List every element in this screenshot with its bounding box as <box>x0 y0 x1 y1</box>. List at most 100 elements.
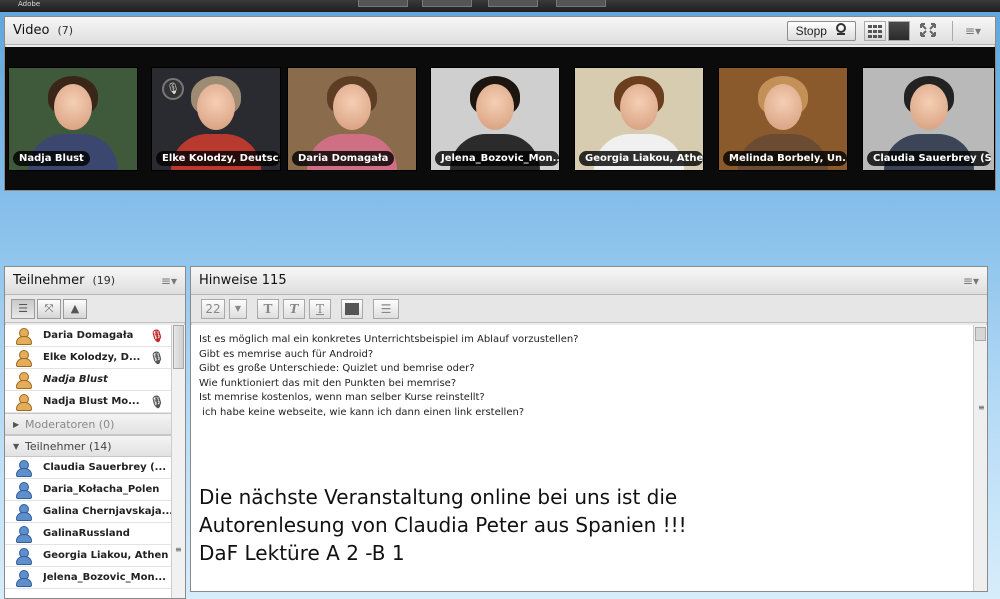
grid-view-icon[interactable] <box>863 20 886 41</box>
person-face <box>764 84 802 130</box>
note-line: Gibt es große Unterschiede: Quizlet und … <box>199 363 475 375</box>
expanded-arrow-icon: ▼ <box>13 441 20 451</box>
person-face <box>909 84 948 130</box>
announcement-text: Die nächste Veranstaltung online bei uns… <box>199 483 687 567</box>
person-face <box>54 84 92 130</box>
stop-label: Stopp <box>795 23 827 38</box>
scrollbar-grip-icon: ≡ <box>175 545 182 554</box>
italic-icon[interactable]: T <box>283 298 305 319</box>
note-line: ich habe keine webseite, wie kann ich da… <box>199 406 525 418</box>
participant-row[interactable]: Daria_Kołacha_Polen <box>5 479 173 501</box>
note-line: Ist memrise kostenlos, wenn man selber K… <box>199 392 485 404</box>
toolbar-button-2[interactable] <box>422 0 472 7</box>
chevron-down-icon[interactable]: ▼ <box>229 298 247 319</box>
participant-row[interactable]: Galina Chernjavskaja... <box>5 501 173 523</box>
note-line: Ist es möglich mal ein konkretes Unterri… <box>199 334 579 345</box>
multi-user-icon <box>15 526 32 543</box>
attendee-name: Nadja Blust <box>43 374 108 385</box>
note-line: Wie funktioniert das mit den Punkten bei… <box>199 377 457 389</box>
app-top-bar: Adobe <box>0 0 1000 12</box>
host-user-icon <box>15 328 32 345</box>
underline-icon[interactable]: T <box>309 298 331 319</box>
notes-scrollbar[interactable]: ≡ <box>973 325 987 591</box>
status-view-icon[interactable]: ▲ <box>63 298 87 319</box>
participant-row[interactable]: GalinaRussland <box>5 523 173 545</box>
participant-name: Claudia Sauerbrey (... <box>43 462 167 473</box>
bullet-list-icon[interactable]: ☰ <box>373 298 399 319</box>
video-pod-header: Video (7) Stopp ≡▾ <box>5 17 995 45</box>
announcement-line: Die nächste Veranstaltung online bei uns… <box>199 485 678 509</box>
attendee-name: Daria Domagała <box>43 330 134 341</box>
fullscreen-icon[interactable] <box>918 21 940 41</box>
stop-webcam-button[interactable]: Stopp <box>786 20 856 41</box>
user-icon <box>15 460 32 477</box>
video-tile[interactable]: Georgia Liakou, Athen <box>574 67 704 171</box>
video-tile-name: Claudia Sauerbrey (S... <box>867 151 991 166</box>
attendees-pod-title: Teilnehmer <box>13 273 85 288</box>
pod-menu-icon[interactable]: ≡▾ <box>965 24 981 38</box>
participant-row[interactable]: Claudia Sauerbrey (... <box>5 457 173 479</box>
attendee-row[interactable]: Elke Kolodzy, D... 🎙 <box>5 347 173 369</box>
person-face <box>197 84 235 130</box>
scrollbar-thumb[interactable] <box>975 327 986 341</box>
toolbar-button-1[interactable] <box>358 0 408 7</box>
host-mobile-user-icon <box>15 394 32 411</box>
video-tile-name: Elke Kolodzy, Deutsc... <box>156 151 280 166</box>
attendee-row[interactable]: Daria Domagała 🎙 <box>5 325 173 347</box>
video-tile[interactable]: Nadja Blust <box>8 67 138 171</box>
pod-menu-icon[interactable]: ≡▾ <box>161 274 177 288</box>
participant-name: Galina Chernjavskaja... <box>43 506 173 517</box>
video-pod-title: Video <box>13 23 50 38</box>
microphone-icon: 🎙 <box>149 394 165 409</box>
text-color-picker[interactable] <box>341 298 363 319</box>
notes-pod: Hinweise 115 ≡▾ 22 ▼ T T T ☰ Ist es mögl… <box>190 266 988 592</box>
attendee-name: Elke Kolodzy, D... <box>43 352 141 363</box>
notes-text-area[interactable]: Ist es möglich mal ein konkretes Unterri… <box>191 325 973 591</box>
filmstrip-view-icon[interactable] <box>887 20 910 41</box>
video-tile[interactable]: Jelena_Bozovic_Mon... <box>430 67 560 171</box>
participant-row[interactable]: Georgia Liakou, Athen <box>5 545 173 567</box>
list-view-icon[interactable]: ☰ <box>11 298 35 319</box>
color-swatch <box>345 302 359 315</box>
participants-section-header[interactable]: ▼ Teilnehmer (14) <box>5 435 173 457</box>
participant-name: Jelena_Bozovic_Mon... <box>43 572 166 583</box>
video-tile[interactable]: Claudia Sauerbrey (S... <box>862 67 995 171</box>
video-tile[interactable]: 🎙 Elke Kolodzy, Deutsc... <box>151 67 281 171</box>
participant-name: GalinaRussland <box>43 528 130 539</box>
participant-row[interactable]: Jelena_Bozovic_Mon... <box>5 567 173 589</box>
user-icon <box>15 482 32 499</box>
attendee-row[interactable]: Nadja Blust <box>5 369 173 391</box>
notes-pod-title: Hinweise 115 <box>199 273 287 288</box>
moderators-label: Moderatoren (0) <box>25 417 115 431</box>
attendees-pod-header: Teilnehmer (19) ≡▾ <box>5 267 185 295</box>
host-user-icon <box>15 372 32 389</box>
toolbar-button-3[interactable] <box>488 0 538 7</box>
microphone-icon: 🎙 <box>162 78 184 100</box>
scrollbar-grip-icon: ≡ <box>978 403 985 412</box>
bold-icon[interactable]: T <box>257 298 279 319</box>
scrollbar-thumb[interactable] <box>173 325 184 369</box>
attendees-view-toolbar: ☰ ⤧ ▲ <box>5 295 185 323</box>
video-tile-name: Nadja Blust <box>13 151 90 166</box>
user-icon <box>15 570 32 587</box>
toolbar-button-4[interactable] <box>556 0 606 7</box>
attendee-name: Nadja Blust Mo... <box>43 396 140 407</box>
microphone-muted-icon: 🎙 <box>149 328 165 343</box>
moderators-section-header[interactable]: ▶ Moderatoren (0) <box>5 413 173 435</box>
announcement-line: Autorenlesung von Claudia Peter aus Span… <box>199 513 687 537</box>
person-face <box>476 84 514 130</box>
video-strip: Nadja Blust 🎙 Elke Kolodzy, Deutsc... Da… <box>5 47 995 190</box>
attendees-pod: Teilnehmer (19) ≡▾ ☰ ⤧ ▲ Daria Domagała … <box>4 266 186 599</box>
person-face <box>620 84 658 130</box>
pod-menu-icon[interactable]: ≡▾ <box>963 274 979 288</box>
participant-name: Daria_Kołacha_Polen <box>43 484 160 495</box>
video-tile[interactable]: Melinda Borbely, Un... <box>718 67 848 171</box>
participant-name: Georgia Liakou, Athen <box>43 550 169 561</box>
participants-label: Teilnehmer (14) <box>25 439 112 453</box>
video-tile[interactable]: Daria Domagała <box>287 67 417 171</box>
toolbar-divider <box>951 20 953 41</box>
attendee-row[interactable]: Nadja Blust Mo... 🎙 <box>5 391 173 413</box>
font-size-select[interactable]: 22 <box>201 298 225 319</box>
attendee-list-scrollbar[interactable]: ≡ <box>171 325 185 598</box>
breakout-view-icon[interactable]: ⤧ <box>37 298 61 319</box>
